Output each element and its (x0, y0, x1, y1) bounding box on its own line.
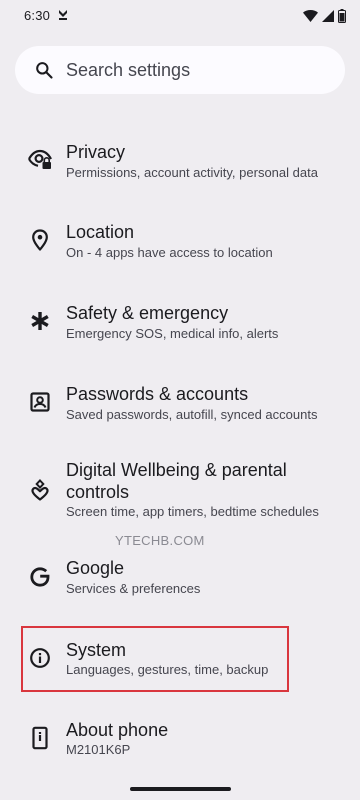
setting-title: Safety & emergency (66, 303, 229, 323)
wifi-icon (303, 10, 318, 22)
setting-title: Location (66, 222, 135, 242)
setting-title: Digital Wellbeing & parental controls (66, 460, 287, 502)
setting-privacy[interactable]: Privacy Permissions, account activity, p… (0, 128, 360, 190)
setting-passwords-accounts[interactable]: Passwords & accounts Saved passwords, au… (0, 370, 360, 432)
asterisk-icon (31, 312, 49, 330)
setting-title: System (66, 640, 127, 660)
search-input[interactable]: Search settings (66, 59, 190, 81)
setting-digital-wellbeing[interactable]: Digital Wellbeing & parental controls Sc… (0, 452, 360, 526)
setting-subtitle: On - 4 apps have access to location (66, 245, 273, 260)
account-box-icon (30, 392, 50, 412)
wellbeing-icon (31, 479, 49, 501)
setting-system[interactable]: System Languages, gestures, time, backup (0, 626, 360, 692)
battery-icon (338, 9, 346, 23)
setting-location[interactable]: Location On - 4 apps have access to loca… (0, 208, 360, 270)
setting-title: Privacy (66, 142, 126, 162)
setting-subtitle: Screen time, app timers, bedtime schedul… (66, 504, 319, 519)
setting-title: Google (66, 558, 125, 578)
setting-title: Passwords & accounts (66, 384, 249, 404)
setting-subtitle: Permissions, account activity, personal … (66, 165, 318, 180)
google-g-icon (30, 567, 50, 587)
gesture-nav-handle[interactable] (130, 787, 231, 791)
privacy-eye-icon (28, 149, 52, 169)
phone-icon (32, 726, 48, 750)
setting-subtitle: Services & preferences (66, 581, 201, 596)
download-icon (59, 10, 67, 20)
setting-subtitle: M2101K6P (66, 742, 131, 757)
cell-signal-icon (322, 10, 334, 22)
setting-safety-emergency[interactable]: Safety & emergency Emergency SOS, medica… (0, 289, 360, 351)
status-time: 6:30 (24, 8, 51, 23)
setting-about-phone[interactable]: About phone M2101K6P (0, 706, 360, 768)
setting-subtitle: Saved passwords, autofill, synced accoun… (66, 407, 318, 422)
location-pin-icon (32, 229, 48, 251)
setting-google[interactable]: Google Services & preferences (0, 545, 360, 607)
setting-subtitle: Languages, gestures, time, backup (66, 662, 269, 677)
status-bar: 6:30 (0, 0, 360, 32)
search-bar[interactable]: Search settings (15, 46, 345, 94)
search-icon (36, 62, 53, 79)
setting-subtitle: Emergency SOS, medical info, alerts (66, 326, 279, 341)
status-icons (303, 9, 346, 23)
setting-title: About phone (66, 720, 169, 740)
info-icon (30, 648, 50, 668)
